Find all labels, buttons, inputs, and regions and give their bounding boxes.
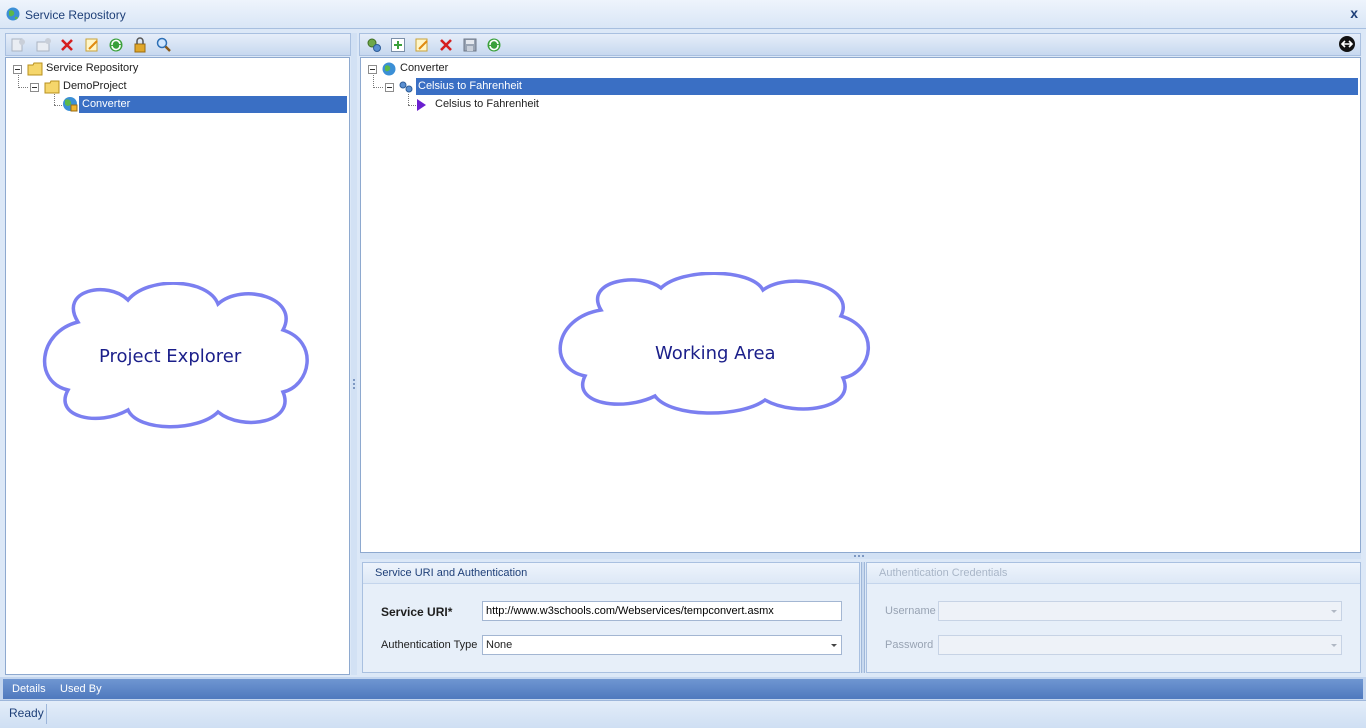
- chevron-down-icon: [831, 644, 837, 647]
- bottom-tab-strip: Details Used By: [3, 679, 1363, 699]
- operation-gears-icon: [399, 81, 413, 93]
- working-area-toolbar: [359, 33, 1361, 56]
- vertical-splitter[interactable]: [351, 33, 357, 675]
- chevron-down-icon: [1331, 610, 1337, 613]
- authentication-type-select[interactable]: None: [482, 635, 842, 655]
- service-uri-group: Service URI and Authentication Service U…: [362, 562, 860, 673]
- project-explorer-tree: Service Repository DemoProject Converter…: [5, 57, 350, 675]
- edit-icon[interactable]: [84, 37, 100, 53]
- tree-node-demoproject[interactable]: DemoProject: [63, 78, 127, 95]
- password-select[interactable]: [938, 635, 1342, 655]
- service-uri-input[interactable]: [482, 601, 842, 621]
- project-explorer-callout-label: Project Explorer: [99, 346, 242, 367]
- username-select[interactable]: [938, 601, 1342, 621]
- password-label: Password: [885, 639, 934, 651]
- refresh-icon[interactable]: [486, 37, 502, 53]
- expand-icon[interactable]: [390, 37, 406, 53]
- tree-node-service-repository[interactable]: Service Repository: [46, 60, 138, 77]
- globe-icon: [6, 7, 20, 21]
- group-divider: [861, 562, 865, 673]
- credentials-group-header: Authentication Credentials: [867, 563, 1360, 584]
- project-explorer-toolbar: [5, 33, 351, 56]
- lock-icon[interactable]: [132, 37, 148, 53]
- service-globe-icon: [382, 62, 396, 76]
- new-folder-icon[interactable]: [36, 37, 52, 53]
- service-uri-group-header: Service URI and Authentication: [363, 563, 859, 584]
- tree-node-converter[interactable]: Converter: [79, 96, 347, 113]
- tab-details[interactable]: Details: [12, 683, 46, 695]
- username-label: Username: [885, 605, 936, 617]
- collapse-toggle[interactable]: [30, 83, 39, 92]
- edit-icon[interactable]: [414, 37, 430, 53]
- tab-used-by[interactable]: Used By: [60, 683, 102, 695]
- tree-node-operation[interactable]: Celsius to Fahrenheit: [416, 78, 1358, 95]
- tree-node-method[interactable]: Celsius to Fahrenheit: [435, 96, 539, 113]
- service-globe-icon: [63, 97, 78, 112]
- authentication-type-value: None: [486, 639, 513, 651]
- folder-icon: [44, 80, 60, 94]
- save-icon[interactable]: [462, 37, 478, 53]
- service-uri-label: Service URI*: [381, 605, 453, 619]
- horizontal-splitter[interactable]: [360, 553, 1361, 559]
- authentication-type-label: Authentication Type: [381, 639, 478, 651]
- window-title: Service Repository: [25, 8, 126, 22]
- navigate-icon[interactable]: [1338, 35, 1356, 53]
- credentials-group: Authentication Credentials Username Pass…: [866, 562, 1361, 673]
- status-separator: [46, 704, 47, 724]
- search-icon[interactable]: [156, 37, 172, 53]
- folder-icon: [27, 62, 43, 76]
- close-button[interactable]: x: [1350, 5, 1358, 21]
- play-icon: [417, 99, 426, 111]
- new-item-icon[interactable]: [10, 37, 26, 53]
- gears-icon[interactable]: [366, 37, 382, 53]
- collapse-toggle[interactable]: [13, 65, 22, 74]
- collapse-toggle[interactable]: [385, 83, 394, 92]
- status-bar: Ready: [0, 700, 1366, 728]
- working-area-tree: Converter Celsius to Fahrenheit Celsius …: [360, 57, 1361, 553]
- title-bar: Service Repository x: [0, 0, 1366, 29]
- status-text: Ready: [9, 706, 44, 720]
- chevron-down-icon: [1331, 644, 1337, 647]
- delete-icon[interactable]: [59, 37, 75, 53]
- tree-node-converter[interactable]: Converter: [400, 60, 448, 77]
- working-area-callout-label: Working Area: [655, 343, 776, 364]
- delete-icon[interactable]: [438, 37, 454, 53]
- refresh-icon[interactable]: [108, 37, 124, 53]
- collapse-toggle[interactable]: [368, 65, 377, 74]
